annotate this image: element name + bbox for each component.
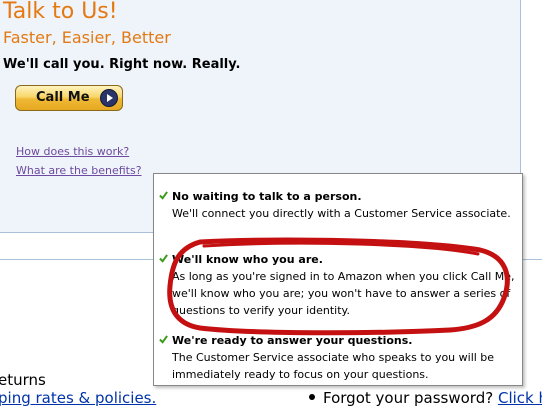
check-icon <box>159 335 168 344</box>
shipping-rates-link[interactable]: ping rates & policies. <box>0 389 156 407</box>
forgot-password-link[interactable]: Click he <box>498 389 542 407</box>
benefit-text: We'll connect you directly with a Custom… <box>172 207 511 220</box>
benefit-item: We're ready to answer your questions. Th… <box>159 332 517 383</box>
benefit-item: No waiting to talk to a person. We'll co… <box>159 188 517 222</box>
check-icon <box>159 191 168 200</box>
play-arrow-icon <box>100 89 118 107</box>
forgot-password-text: Forgot your password? <box>323 389 498 407</box>
benefit-heading: No waiting to talk to a person. <box>172 190 362 203</box>
red-circle-annotation <box>167 237 510 336</box>
forgot-password-item: Forgot your password? Click he <box>309 389 542 407</box>
returns-heading: eturns <box>0 371 46 389</box>
call-me-label: Call Me <box>36 90 90 105</box>
benefit-text: The Customer Service associate who speak… <box>172 351 495 381</box>
panel-tagline: We'll call you. Right now. Really. <box>3 57 241 72</box>
bullet-icon <box>309 393 315 400</box>
how-does-this-work-link[interactable]: How does this work? <box>16 145 129 159</box>
page-title: Talk to Us! <box>3 0 118 24</box>
call-me-button[interactable]: Call Me <box>15 85 123 111</box>
what-are-the-benefits-link[interactable]: What are the benefits? <box>16 164 142 178</box>
panel-subtitle: Faster, Easier, Better <box>3 28 171 47</box>
